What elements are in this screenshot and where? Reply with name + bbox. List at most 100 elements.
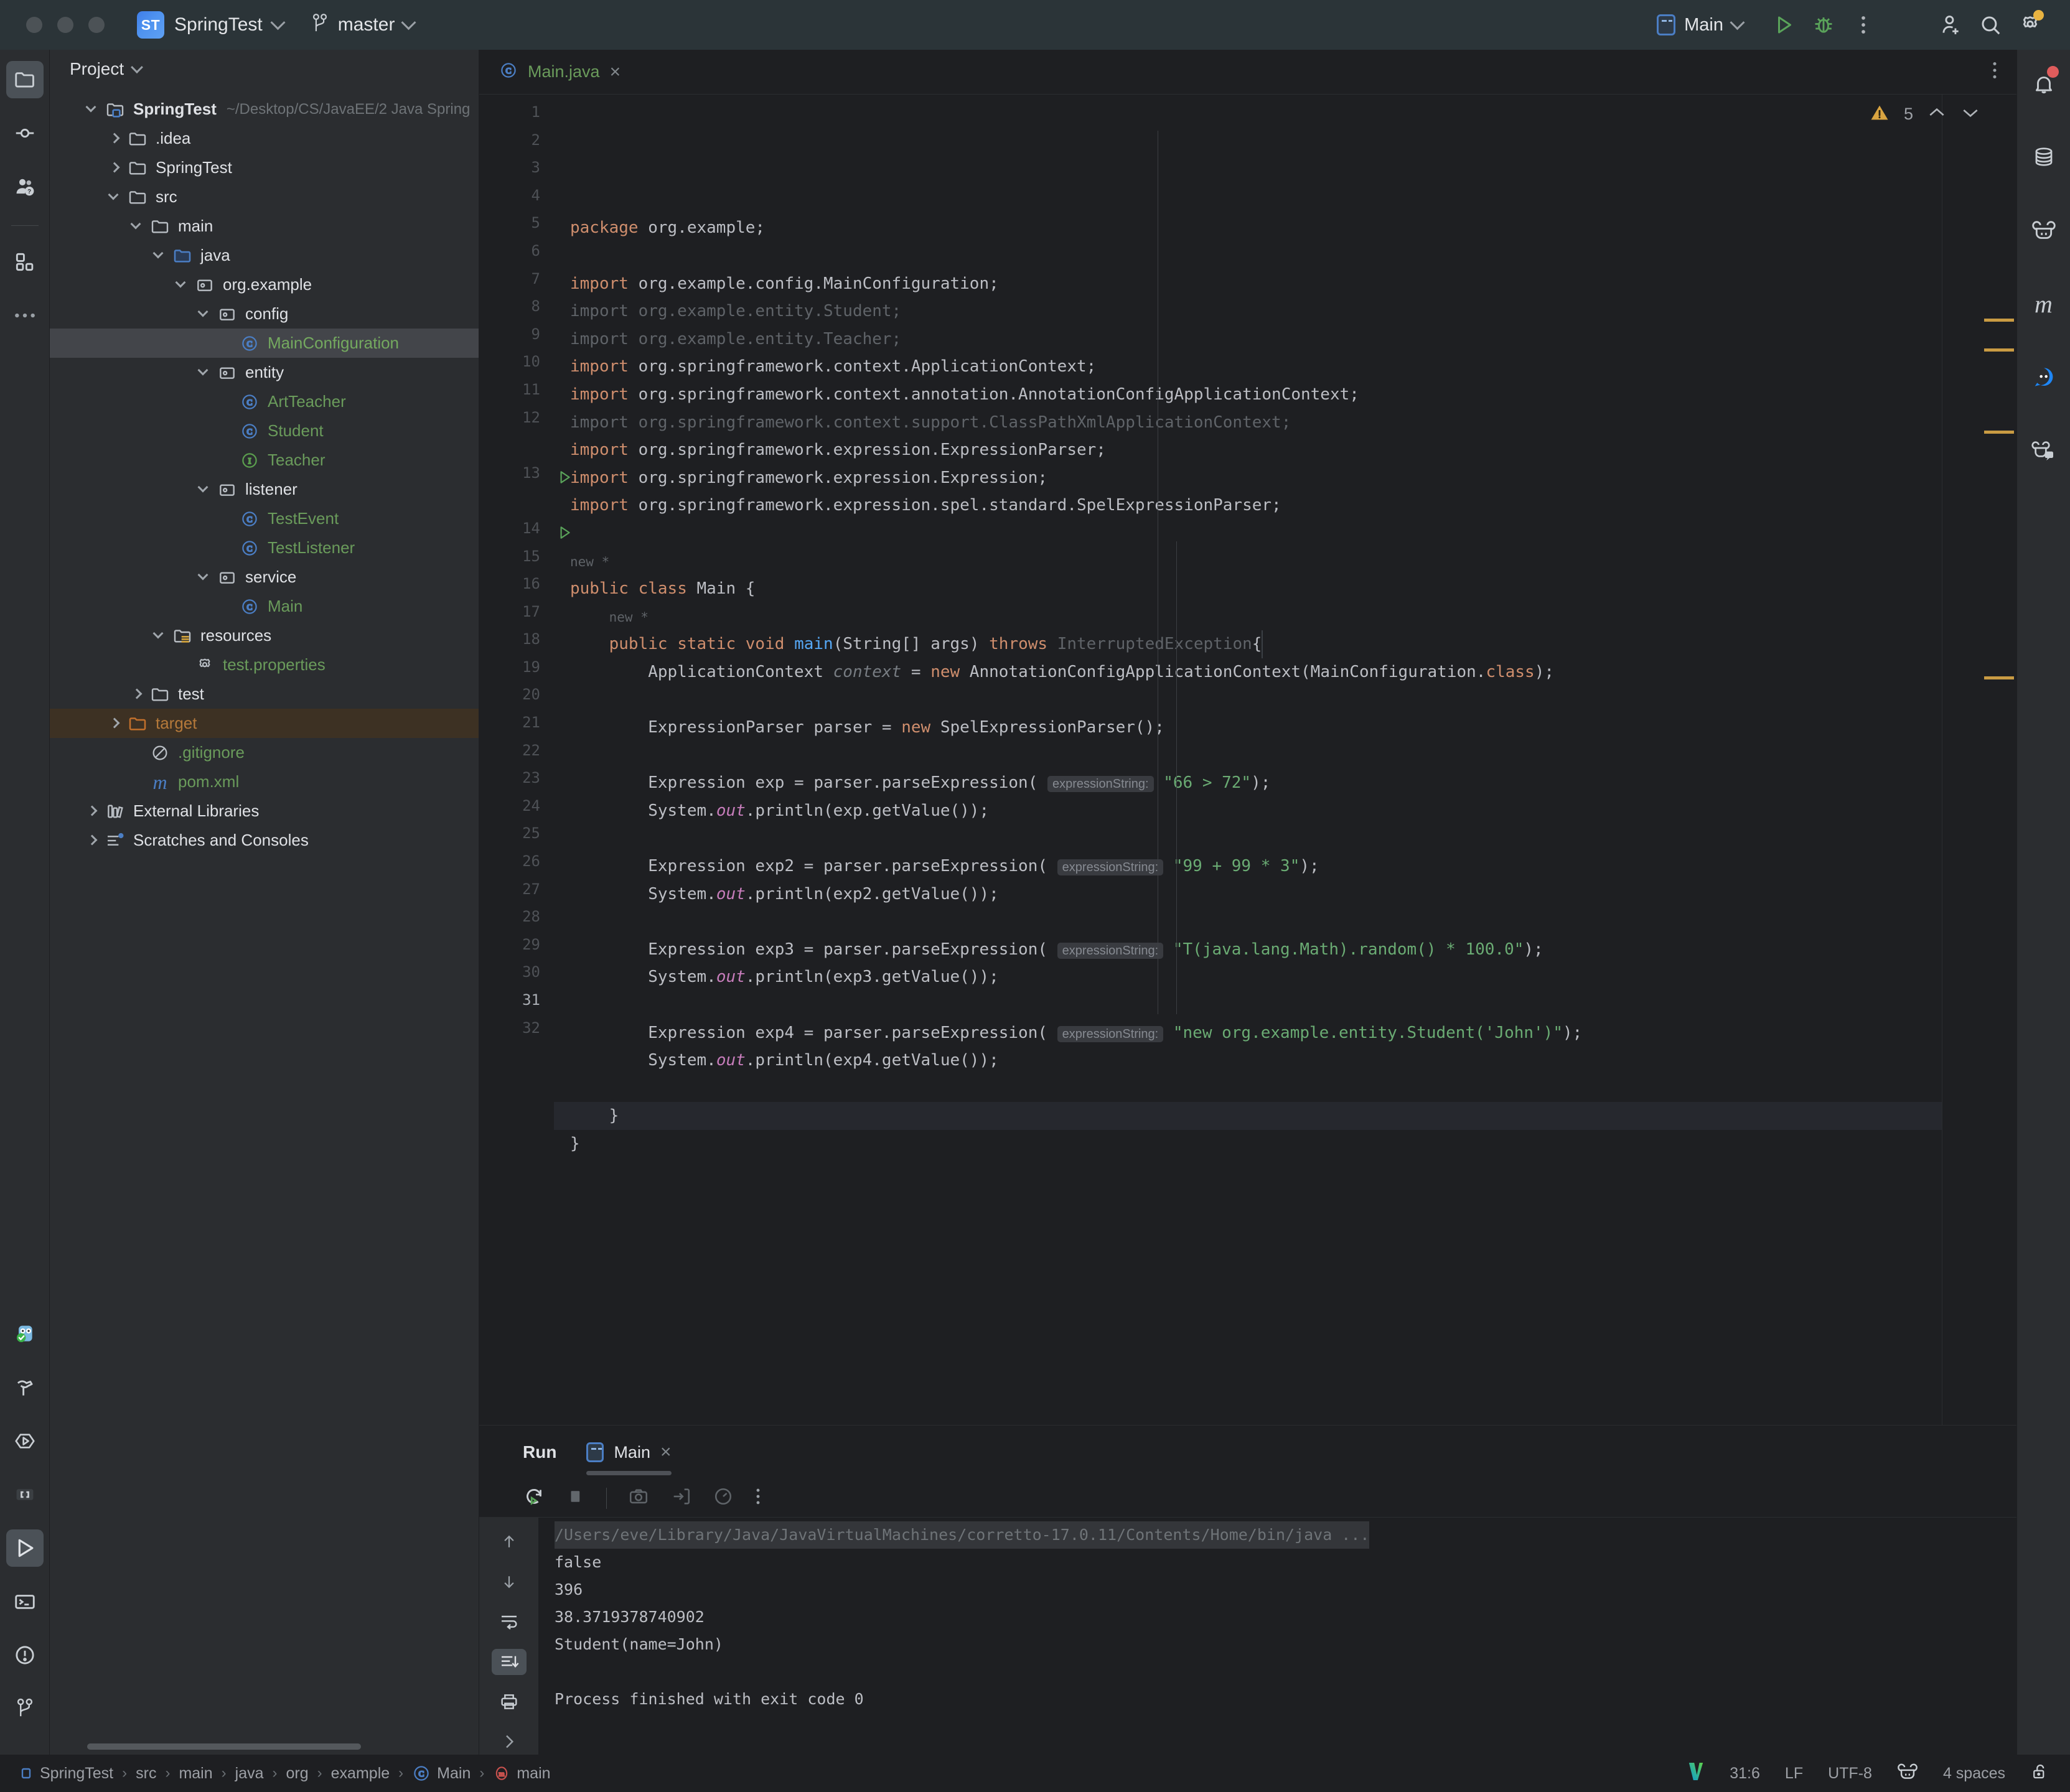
tree-node-scratches-and-consoles[interactable]: Scratches and Consoles <box>50 826 479 855</box>
tree-node-student[interactable]: CStudent <box>50 416 479 446</box>
sidebar-item-structure[interactable] <box>6 1476 44 1513</box>
chevron-right-icon[interactable] <box>107 160 123 176</box>
chevron-down-icon[interactable] <box>129 218 146 235</box>
breadcrumb[interactable]: SpringTest›src›main›java›org›example›CMa… <box>19 1764 551 1783</box>
gutter-line[interactable]: 20 <box>479 686 554 714</box>
code-line[interactable]: Expression exp2 = parser.parseExpression… <box>554 852 2016 880</box>
code-line[interactable] <box>554 686 2016 714</box>
print-button[interactable] <box>492 1689 527 1715</box>
gutter-line[interactable]: 24 <box>479 797 554 825</box>
code-line[interactable]: import org.example.config.MainConfigurat… <box>554 270 2016 298</box>
maven-button[interactable]: m <box>2025 285 2063 322</box>
add-user-icon[interactable] <box>1931 5 1970 45</box>
tree-node-artteacher[interactable]: CArtTeacher <box>50 387 479 416</box>
gutter-line[interactable]: 19 <box>479 658 554 686</box>
code-line[interactable] <box>554 824 2016 852</box>
tree-node--idea[interactable]: .idea <box>50 124 479 153</box>
previous-problem-button[interactable] <box>1927 106 1947 123</box>
gutter-line[interactable]: 25 <box>479 824 554 852</box>
next-problem-button[interactable] <box>1960 106 1980 123</box>
warning-marker[interactable] <box>1984 319 2014 322</box>
ai-assistant-button[interactable] <box>2025 212 2063 249</box>
ai-face-icon[interactable] <box>1897 1761 1918 1786</box>
gutter-line[interactable]: 8 <box>479 297 554 325</box>
tree-node-springtest[interactable]: SpringTest~/Desktop/CS/JavaEE/2 Java Spr… <box>50 95 479 124</box>
caret-position[interactable]: 31:6 <box>1730 1765 1760 1783</box>
tree-node-testlistener[interactable]: CTestListener <box>50 533 479 562</box>
chevron-down-icon[interactable] <box>197 569 213 586</box>
code-line[interactable]: import org.springframework.expression.Ex… <box>554 464 2016 492</box>
tree-node-main[interactable]: main <box>50 212 479 241</box>
editor-code-area[interactable]: package org.example;import org.example.c… <box>554 95 2016 1425</box>
gutter-line[interactable]: 2 <box>479 131 554 159</box>
scroll-down-button[interactable] <box>492 1569 527 1595</box>
breadcrumb-item-main[interactable]: main <box>179 1765 212 1783</box>
debug-button[interactable] <box>1804 5 1843 45</box>
breadcrumb-item-org[interactable]: org <box>286 1765 309 1783</box>
editor-body[interactable]: 1234567891011121314151617181920212223242… <box>479 95 2016 1425</box>
sidebar-item-pull-requests[interactable]: ? <box>6 168 44 205</box>
gutter-line[interactable]: 10 <box>479 353 554 381</box>
code-line[interactable] <box>554 991 2016 1019</box>
unlock-icon[interactable] <box>2030 1761 2049 1786</box>
project-tree[interactable]: SpringTest~/Desktop/CS/JavaEE/2 Java Spr… <box>50 88 479 1755</box>
code-line[interactable]: import org.example.entity.Student; <box>554 297 2016 325</box>
code-line[interactable]: public class Main { <box>554 575 2016 603</box>
gutter-line[interactable]: 22 <box>479 742 554 770</box>
code-line[interactable] <box>554 1075 2016 1103</box>
rerun-icon[interactable] <box>523 1485 545 1511</box>
gear-icon[interactable] <box>2010 5 2050 45</box>
warning-marker[interactable] <box>1984 676 2014 679</box>
branch-selector[interactable]: master <box>311 13 414 37</box>
gutter-line[interactable]: 30 <box>479 963 554 991</box>
line-separator[interactable]: LF <box>1785 1765 1803 1783</box>
code-line[interactable]: Expression exp3 = parser.parseExpression… <box>554 936 2016 964</box>
code-line[interactable]: import org.springframework.context.suppo… <box>554 409 2016 437</box>
sidebar-item-problems[interactable] <box>6 1636 44 1674</box>
sidebar-item-go-owl[interactable] <box>6 1315 44 1353</box>
gutter-line[interactable]: 5 <box>479 214 554 242</box>
chevron-right-icon[interactable] <box>85 803 101 819</box>
sidebar-item-plugins[interactable] <box>6 243 44 281</box>
gutter-line[interactable]: 7 <box>479 270 554 298</box>
code-line[interactable]: import org.springframework.context.Appli… <box>554 353 2016 381</box>
breadcrumb-item-main[interactable]: mmain <box>493 1765 550 1783</box>
chevron-down-icon[interactable] <box>107 189 123 205</box>
close-icon[interactable]: × <box>610 63 621 82</box>
gutter-line[interactable]: 1 <box>479 103 554 131</box>
horizontal-scrollbar[interactable] <box>87 1743 361 1750</box>
gutter-line[interactable] <box>479 436 554 464</box>
editor-tab-main-java[interactable]: C Main.java × <box>479 50 637 95</box>
run-button[interactable] <box>1764 5 1804 45</box>
indent-setting[interactable]: 4 spaces <box>1943 1765 2005 1783</box>
gutter-line[interactable]: 31 <box>479 991 554 1019</box>
expand-console-button[interactable] <box>492 1729 527 1755</box>
code-line[interactable]: System.out.println(exp4.getValue()); <box>554 1047 2016 1075</box>
code-line[interactable]: ExpressionParser parser = new SpelExpres… <box>554 714 2016 742</box>
gutter-line[interactable]: 4 <box>479 187 554 215</box>
chevron-down-icon[interactable] <box>85 101 101 118</box>
window-controls[interactable] <box>26 17 105 33</box>
camera-icon[interactable] <box>628 1486 649 1510</box>
chevron-down-icon[interactable] <box>174 277 190 293</box>
breadcrumb-item-springtest[interactable]: SpringTest <box>19 1765 113 1783</box>
search-icon[interactable] <box>1970 5 2010 45</box>
gutter-line[interactable]: 27 <box>479 880 554 908</box>
gutter-line[interactable]: 3 <box>479 159 554 187</box>
code-with-me-button[interactable] <box>2025 432 2063 469</box>
tree-node-target[interactable]: target <box>50 709 479 738</box>
code-line[interactable] <box>554 742 2016 770</box>
project-panel-header[interactable]: Project <box>50 50 479 88</box>
more-vertical-icon[interactable] <box>755 1486 761 1510</box>
tree-node-entity[interactable]: entity <box>50 358 479 387</box>
export-icon[interactable] <box>670 1486 691 1510</box>
run-configuration-selector[interactable]: Main <box>1657 14 1743 35</box>
tree-node-config[interactable]: config <box>50 299 479 329</box>
gutter-line[interactable]: 17 <box>479 603 554 631</box>
editor-tab-more-button[interactable] <box>1992 59 1998 85</box>
code-line[interactable]: import org.springframework.expression.Ex… <box>554 436 2016 464</box>
soft-wrap-button[interactable] <box>492 1608 527 1635</box>
code-line[interactable]: public static void main(String[] args) t… <box>554 630 2016 658</box>
maximize-window-button[interactable] <box>88 17 105 33</box>
gutter-line[interactable]: 28 <box>479 908 554 936</box>
